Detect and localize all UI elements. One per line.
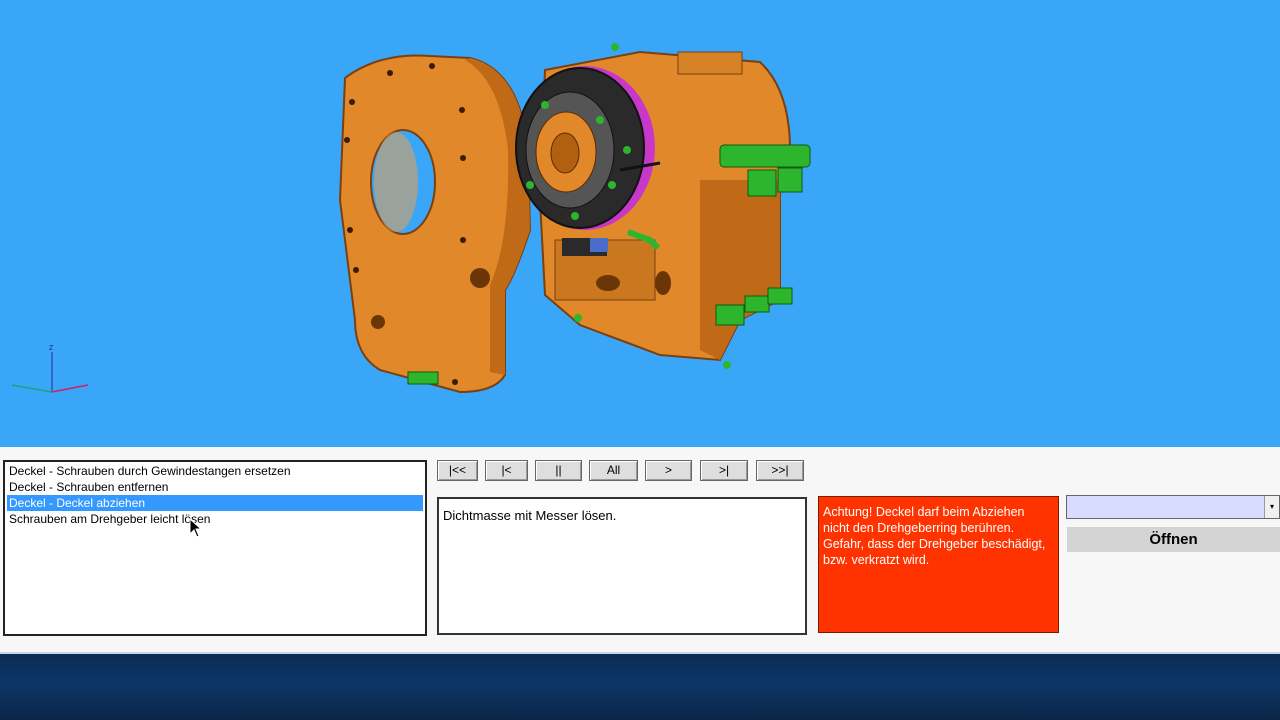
- step-description: Dichtmasse mit Messer lösen.: [437, 497, 807, 635]
- taskbar: [0, 652, 1280, 720]
- step-item[interactable]: Deckel - Schrauben entfernen: [7, 479, 423, 495]
- axis-z-label: Z: [49, 345, 54, 352]
- end-button[interactable]: >>|: [756, 460, 804, 481]
- last-step-button[interactable]: >|: [700, 460, 748, 481]
- step-item[interactable]: Schrauben am Drehgeber leicht lösen: [7, 511, 423, 527]
- pause-button[interactable]: ||: [535, 460, 582, 481]
- play-all-button[interactable]: All: [589, 460, 638, 481]
- mouse-cursor-icon: [189, 518, 203, 538]
- step-list[interactable]: Deckel - Schrauben durch Gewindestangen …: [3, 460, 427, 636]
- warning-box: Achtung! Deckel darf beim Abziehen nicht…: [818, 496, 1059, 633]
- previous-step-button[interactable]: |<: [485, 460, 528, 481]
- file-select-dropdown[interactable]: ▾: [1066, 495, 1280, 519]
- chevron-down-icon[interactable]: ▾: [1264, 496, 1279, 518]
- step-item[interactable]: Deckel - Schrauben durch Gewindestangen …: [7, 463, 423, 479]
- open-button[interactable]: Öffnen: [1067, 527, 1280, 552]
- first-step-button[interactable]: |<<: [437, 460, 478, 481]
- 3d-model-render: Z: [11, 43, 811, 394]
- next-step-button[interactable]: >: [645, 460, 692, 481]
- 3d-viewport[interactable]: Z: [0, 0, 1280, 447]
- step-item-selected[interactable]: Deckel - Deckel abziehen: [7, 495, 423, 511]
